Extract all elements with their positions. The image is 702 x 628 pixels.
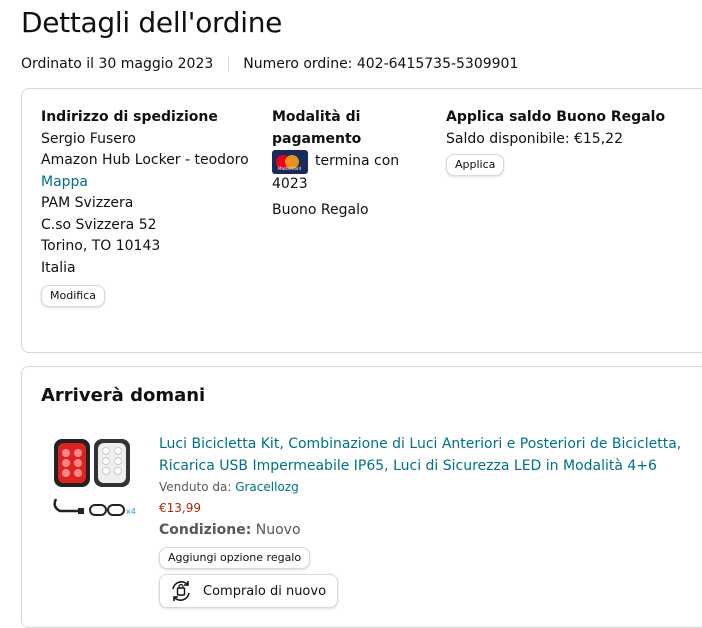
product-price: €13,99 [159,501,201,515]
gift-balance-column: Applica saldo Buono Regalo Saldo disponi… [446,107,665,176]
shipping-line2: PAM Svizzera [41,195,134,211]
meta-separator [228,56,230,72]
sold-by: Venduto da: Gracellozg [159,480,299,494]
edit-address-button[interactable]: Modifica [41,285,105,307]
order-summary-box: Indirizzo di spedizione Sergio Fusero Am… [21,88,702,353]
shipping-heading: Indirizzo di spedizione [41,109,218,125]
product-title-line1[interactable]: Luci Bicicletta Kit, Combinazione di Luc… [159,433,689,455]
map-link[interactable]: Mappa [41,174,88,190]
product-title[interactable]: Luci Bicicletta Kit, Combinazione di Luc… [159,433,689,477]
apply-gift-button[interactable]: Applica [446,154,505,176]
payment-column: Modalità di pagamento MasterCard termina… [272,107,399,221]
seller-link[interactable]: Gracellozg [235,480,299,494]
sold-by-label: Venduto da: [159,480,232,494]
shipping-country: Italia [41,259,76,276]
order-number: Numero ordine: 402-6415735-5309901 [243,56,519,72]
order-date: Ordinato il 30 maggio 2023 [21,56,214,72]
shipping-line4: Torino, TO 10143 [41,238,161,254]
page-title: Dettagli dell'ordine [21,6,283,39]
product-title-line2[interactable]: Ricarica USB Impermeabile IP65, Luci di … [159,455,689,477]
shipping-line3: C.so Svizzera 52 [41,216,157,233]
gift-balance-amount: Saldo disponibile: €15,22 [446,130,623,147]
buy-again-icon [172,581,190,601]
card-ending-text: termina con [315,153,400,170]
shipping-line1: Amazon Hub Locker - teodoro [41,152,249,168]
order-meta: Ordinato il 30 maggio 2023 Numero ordine… [21,56,518,72]
buy-again-button[interactable]: Compralo di nuovo [159,574,339,608]
mastercard-icon: MasterCard [272,150,308,174]
shipping-name: Sergio Fusero [41,130,136,147]
gift-card-payment: Buono Regalo [272,201,369,218]
product-image[interactable]: x4 [50,437,140,525]
shipping-address-column: Indirizzo di spedizione Sergio Fusero Am… [41,107,249,307]
payment-card-line: MasterCard termina con [272,150,399,174]
condition-value: Nuovo [255,522,301,538]
quantity-label: x4 [126,507,136,516]
buy-again-label: Compralo di nuovo [203,583,327,599]
delivery-box: Arriverà domani x4 Luci Bicicletta Kit, … [21,366,702,628]
gift-option-button[interactable]: Aggiungi opzione regalo [159,547,311,569]
payment-heading-line2: pagamento [272,130,362,147]
payment-heading: Modalità di pagamento [272,107,399,150]
delivery-heading: Arriverà domani [41,385,206,406]
payment-heading-line1: Modalità di [272,109,361,125]
gift-balance-heading: Applica saldo Buono Regalo [446,109,666,125]
condition-label: Condizione: [159,522,252,538]
product-condition: Condizione: Nuovo [159,522,301,538]
